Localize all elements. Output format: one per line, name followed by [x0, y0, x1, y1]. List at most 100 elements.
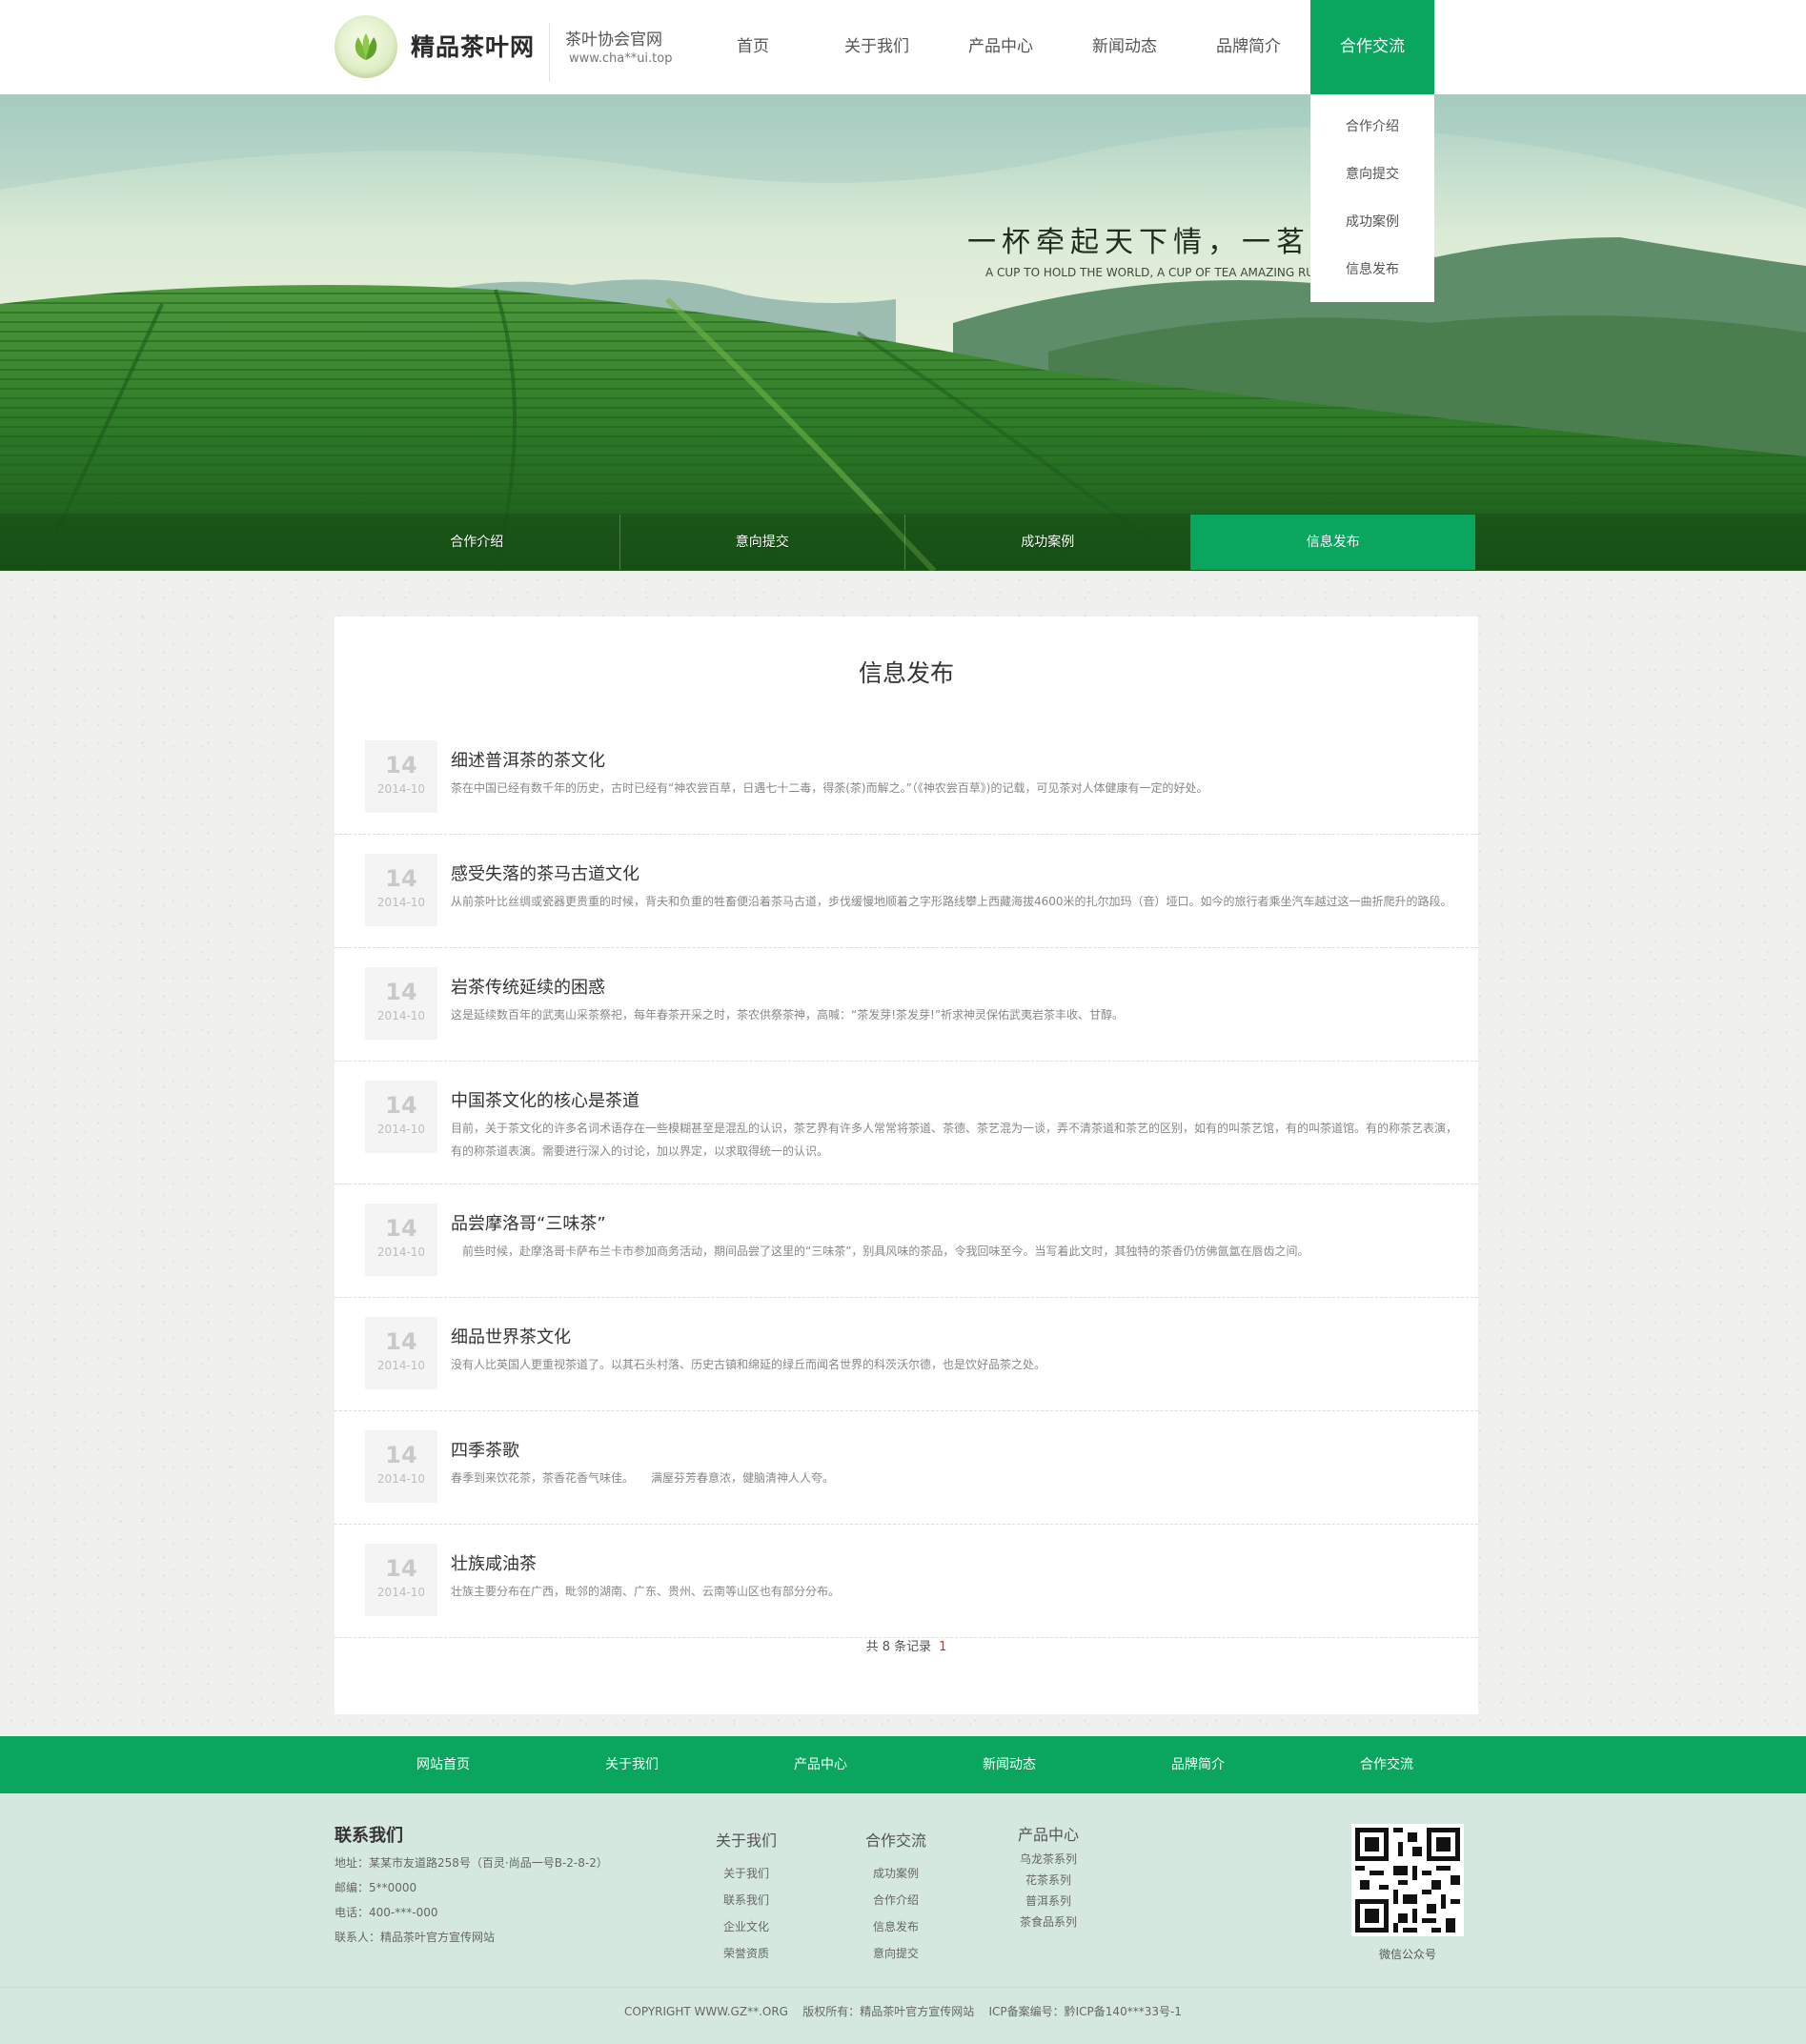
- date-badge: 14 2014-10: [365, 1317, 437, 1389]
- pagination: 共 8 条记录 1: [335, 1636, 1478, 1654]
- date-day: 14: [385, 1092, 417, 1119]
- footer-nav-brand[interactable]: 品牌简介: [1104, 1736, 1292, 1793]
- contact-phone: 电话：400-***-000: [335, 1906, 438, 1919]
- list-item[interactable]: 14 2014-10 细述普洱茶的茶文化 茶在中国已经有数千年的历史，古时已经有“…: [335, 721, 1478, 835]
- footer-link[interactable]: 乌龙茶系列: [996, 1849, 1101, 1870]
- news-summary: 没有人比英国人更重视茶道了。以其石头村落、历史古镇和绵延的绿丘而闻名世界的科茨沃…: [451, 1358, 1046, 1371]
- footer-nav-cooperation[interactable]: 合作交流: [1292, 1736, 1481, 1793]
- list-item[interactable]: 14 2014-10 品尝摩洛哥“三味茶” 前些时候，赴摩洛哥卡萨布兰卡市参加商务…: [335, 1184, 1478, 1298]
- date-day: 14: [385, 1555, 417, 1582]
- footer-nav-products[interactable]: 产品中心: [726, 1736, 915, 1793]
- nav-item-cooperation[interactable]: 合作交流: [1310, 0, 1434, 94]
- date-year-month: 2014-10: [376, 1359, 426, 1372]
- footer-nav-about[interactable]: 关于我们: [538, 1736, 726, 1793]
- record-count: 共 8 条记录: [865, 1640, 932, 1654]
- logo-divider: [549, 23, 550, 82]
- dropdown-item-intention[interactable]: 意向提交: [1310, 163, 1434, 211]
- footer-link[interactable]: 联系我们: [694, 1887, 799, 1913]
- nav-item-home[interactable]: 首页: [691, 0, 815, 94]
- news-title-link[interactable]: 细述普洱茶的茶文化: [451, 747, 605, 772]
- date-day: 14: [385, 1215, 417, 1242]
- site-url: www.cha**ui.top: [569, 51, 673, 66]
- date-year-month: 2014-10: [376, 782, 426, 796]
- contact-postcode: 邮编：5**0000: [335, 1881, 417, 1894]
- news-list: 14 2014-10 细述普洱茶的茶文化 茶在中国已经有数千年的历史，古时已经有“…: [335, 721, 1478, 1638]
- news-summary: 目前，关于茶文化的许多名词术语存在一些模糊甚至是混乱的认识，茶艺界有许多人常常将…: [451, 1122, 1458, 1158]
- date-day: 14: [385, 752, 417, 779]
- date-day: 14: [385, 1442, 417, 1468]
- footer-nav-news[interactable]: 新闻动态: [915, 1736, 1104, 1793]
- contact-address: 地址：某某市友道路258号（百灵·尚品一号B-2-8-2）: [335, 1856, 608, 1870]
- site-header: 精品茶叶网 茶叶协会官网 www.cha**ui.top 首页 关于我们 产品中…: [0, 0, 1806, 94]
- list-item[interactable]: 14 2014-10 感受失落的茶马古道文化 从前茶叶比丝绸或瓷器更贵重的时候，背…: [335, 835, 1478, 948]
- footer-col-about: 关于我们 关于我们 联系我们 企业文化 荣誉资质: [694, 1828, 799, 1967]
- subnav-item-info[interactable]: 信息发布: [1190, 515, 1475, 570]
- news-summary: 这是延续数百年的武夷山采茶祭祀，每年春茶开采之时，茶农供祭茶神，高喊：“茶发芽!…: [451, 1008, 1125, 1022]
- tea-leaf-logo-icon[interactable]: [335, 15, 397, 78]
- footer-link[interactable]: 合作介绍: [843, 1887, 948, 1913]
- date-badge: 14 2014-10: [365, 740, 437, 813]
- news-summary: 壮族主要分布在广西，毗邻的湖南、广东、贵州、云南等山区也有部分分布。: [451, 1585, 841, 1598]
- footer-col-heading: 合作交流: [864, 1832, 926, 1850]
- news-title-link[interactable]: 感受失落的茶马古道文化: [451, 860, 639, 885]
- list-item[interactable]: 14 2014-10 壮族咸油茶 壮族主要分布在广西，毗邻的湖南、广东、贵州、云南…: [335, 1525, 1478, 1638]
- date-year-month: 2014-10: [376, 1472, 426, 1486]
- footer-col-heading: 关于我们: [715, 1832, 777, 1850]
- list-item[interactable]: 14 2014-10 中国茶文化的核心是茶道 目前，关于茶文化的许多名词术语存在一…: [335, 1062, 1478, 1184]
- footer-link[interactable]: 茶食品系列: [996, 1912, 1101, 1933]
- date-year-month: 2014-10: [376, 896, 426, 909]
- news-title-link[interactable]: 岩茶传统延续的困惑: [451, 974, 605, 999]
- hero-banner: 一杯牵起天下情，一茗惊人 A CUP TO HOLD THE WORLD, A …: [0, 94, 1806, 571]
- news-title-link[interactable]: 壮族咸油茶: [451, 1550, 537, 1575]
- footer-nav-bar: 网站首页 关于我们 产品中心 新闻动态 品牌简介 合作交流: [0, 1736, 1806, 1793]
- news-title-link[interactable]: 品尝摩洛哥“三味茶”: [451, 1210, 606, 1235]
- contact-person: 联系人：精品茶叶官方宣传网站: [335, 1931, 496, 1944]
- dropdown-item-cases[interactable]: 成功案例: [1310, 211, 1434, 258]
- nav-item-news[interactable]: 新闻动态: [1063, 0, 1187, 94]
- date-badge: 14 2014-10: [365, 1544, 437, 1616]
- news-title-link[interactable]: 中国茶文化的核心是茶道: [451, 1087, 639, 1112]
- list-item[interactable]: 14 2014-10 细品世界茶文化 没有人比英国人更重视茶道了。以其石头村落、历…: [335, 1298, 1478, 1411]
- news-title-link[interactable]: 细品世界茶文化: [451, 1324, 571, 1348]
- subnav-item-coop-intro[interactable]: 合作介绍: [335, 515, 620, 570]
- dropdown-item-coop-intro[interactable]: 合作介绍: [1310, 115, 1434, 163]
- qr-code-label: 微信公众号: [1378, 1948, 1436, 1961]
- footer-nav-home[interactable]: 网站首页: [349, 1736, 538, 1793]
- list-item[interactable]: 14 2014-10 岩茶传统延续的困惑 这是延续数百年的武夷山采茶祭祀，每年春茶…: [335, 948, 1478, 1062]
- news-summary: 春季到来饮花茶，茶香花香气味佳。 满屋芬芳春意浓，健脑清神人人夸。: [451, 1471, 835, 1485]
- cooperation-subnav: 合作介绍 意向提交 成功案例 信息发布: [335, 515, 1475, 570]
- footer-link[interactable]: 关于我们: [694, 1860, 799, 1887]
- date-year-month: 2014-10: [376, 1123, 426, 1136]
- footer-link[interactable]: 意向提交: [843, 1940, 948, 1967]
- cooperation-dropdown-menu: 合作介绍 意向提交 成功案例 信息发布: [1310, 94, 1434, 302]
- page-title: 信息发布: [858, 659, 954, 687]
- date-badge: 14 2014-10: [365, 1081, 437, 1153]
- date-badge: 14 2014-10: [365, 854, 437, 926]
- footer-link[interactable]: 花茶系列: [996, 1870, 1101, 1891]
- site-logo-text[interactable]: 精品茶叶网: [411, 29, 535, 63]
- nav-item-about[interactable]: 关于我们: [815, 0, 939, 94]
- nav-item-brand[interactable]: 品牌简介: [1187, 0, 1310, 94]
- nav-item-products[interactable]: 产品中心: [939, 0, 1063, 94]
- site-footer: 联系我们 地址：某某市友道路258号（百灵·尚品一号B-2-8-2） 邮编：5*…: [0, 1793, 1806, 2044]
- footer-col-cooperation: 合作交流 成功案例 合作介绍 信息发布 意向提交: [843, 1828, 948, 1967]
- footer-link[interactable]: 成功案例: [843, 1860, 948, 1887]
- site-subtitle: 茶叶协会官网: [565, 30, 662, 50]
- news-title-link[interactable]: 四季茶歌: [451, 1437, 519, 1462]
- subnav-item-intention[interactable]: 意向提交: [620, 515, 905, 570]
- news-summary: 前些时候，赴摩洛哥卡萨布兰卡市参加商务活动，期间品尝了这里的“三味茶”，别具风味…: [451, 1245, 1309, 1258]
- footer-link[interactable]: 企业文化: [694, 1913, 799, 1940]
- date-badge: 14 2014-10: [365, 1204, 437, 1276]
- footer-link[interactable]: 信息发布: [843, 1913, 948, 1940]
- footer-link[interactable]: 荣誉资质: [694, 1940, 799, 1967]
- main-nav: 首页 关于我们 产品中心 新闻动态 品牌简介 合作交流: [691, 0, 1434, 94]
- dropdown-item-info[interactable]: 信息发布: [1310, 258, 1434, 306]
- date-badge: 14 2014-10: [365, 967, 437, 1040]
- list-item[interactable]: 14 2014-10 四季茶歌 春季到来饮花茶，茶香花香气味佳。 满屋芬芳春意浓，…: [335, 1411, 1478, 1525]
- date-year-month: 2014-10: [376, 1009, 426, 1022]
- footer-col-heading: 产品中心: [1017, 1826, 1079, 1844]
- wechat-qr-code-icon: [1351, 1824, 1464, 1936]
- footer-link[interactable]: 普洱系列: [996, 1891, 1101, 1912]
- page-link-1[interactable]: 1: [939, 1640, 946, 1654]
- subnav-item-cases[interactable]: 成功案例: [905, 515, 1191, 570]
